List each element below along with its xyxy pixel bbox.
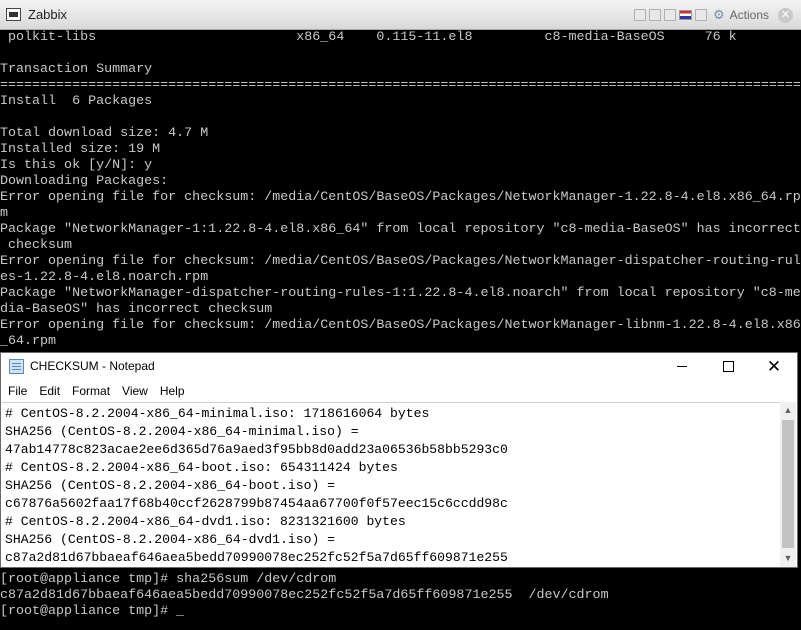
text-line: 47ab14778c823acae2ee6d365d76a9aed3f95bb8… [5, 442, 508, 457]
terminal-line: polkit-libs x86_64 0.115-11.el8 c8-media… [0, 30, 737, 45]
window-mode-icon[interactable] [663, 9, 676, 21]
minimize-icon [677, 366, 687, 367]
terminal-line: _64.rpm [0, 334, 57, 349]
terminal-line: Is this ok [y/N]: y [0, 158, 153, 173]
text-line: # CentOS-8.2.2004-x86_64-boot.iso: 65431… [5, 460, 398, 475]
text-line: c87a2d81d67bbaeaf646aea5bedd70990078ec25… [5, 550, 508, 565]
notepad-titlebar[interactable]: CHECKSUM - Notepad ✕ [1, 353, 797, 380]
notepad-app-icon [9, 359, 24, 374]
vm-close-button[interactable]: ✕ [778, 7, 793, 23]
text-line: # CentOS-8.2.2004-x86_64-minimal.iso: 17… [5, 406, 430, 421]
menu-edit[interactable]: Edit [39, 380, 66, 402]
gear-icon[interactable]: ⚙ [713, 6, 725, 24]
text-line: # CentOS-8.2.2004-x86_64-dvd1.iso: 82313… [5, 514, 406, 529]
terminal-line: Package "NetworkManager-1:1.22.8-4.el8.x… [0, 222, 801, 237]
terminal-prompt-line: [root@appliance tmp]# _ [0, 604, 185, 619]
menu-view[interactable]: View [122, 380, 154, 402]
maximize-button[interactable] [705, 353, 751, 380]
text-line: SHA256 (CentOS-8.2.2004-x86_64-dvd1.iso)… [5, 532, 336, 547]
minimize-button[interactable] [659, 353, 705, 380]
vm-toolbar: ⚙ Actions ✕ [633, 6, 793, 24]
menu-format[interactable]: Format [72, 380, 116, 402]
terminal-line: dia-BaseOS" has incorrect checksum [0, 302, 273, 317]
vm-window-title: Zabbix [28, 7, 68, 22]
text-line: SHA256 (CentOS-8.2.2004-x86_64-boot.iso)… [5, 478, 336, 493]
notepad-text-area[interactable]: # CentOS-8.2.2004-x86_64-minimal.iso: 17… [2, 402, 782, 567]
terminal-line: checksum [0, 238, 73, 253]
terminal-line: Error opening file for checksum: /media/… [0, 318, 801, 333]
vertical-scrollbar[interactable]: ▲ ▼ [780, 402, 796, 567]
notepad-menubar: File Edit Format View Help [1, 380, 797, 402]
close-button[interactable]: ✕ [751, 353, 797, 380]
actions-menu-button[interactable]: Actions [730, 8, 769, 22]
terminal-line: Downloading Packages: [0, 174, 169, 189]
terminal-line: Installed size: 19 M [0, 142, 161, 157]
screenshot-icon[interactable] [633, 9, 646, 21]
terminal-command-line: [root@appliance tmp]# sha256sum /dev/cdr… [0, 572, 337, 587]
console-app-icon [6, 8, 21, 21]
notepad-window: CHECKSUM - Notepad ✕ File Edit Format Vi… [0, 352, 798, 568]
scrollbar-thumb[interactable] [782, 420, 794, 548]
notepad-title: CHECKSUM - Notepad [30, 359, 155, 373]
vm-window-titlebar: Zabbix ⚙ Actions ✕ [0, 0, 801, 30]
scroll-up-arrow-icon[interactable]: ▲ [780, 402, 796, 419]
menu-file[interactable]: File [8, 380, 33, 402]
terminal-line: es-1.22.8-4.el8.noarch.rpm [0, 270, 209, 285]
terminal-line: ========================================… [0, 78, 801, 93]
fullscreen-icon[interactable] [648, 9, 661, 21]
maximize-icon [722, 361, 734, 372]
notepad-content: # CentOS-8.2.2004-x86_64-minimal.iso: 17… [5, 405, 508, 567]
terminal-line: Error opening file for checksum: /media/… [0, 190, 801, 205]
terminal-line: Package "NetworkManager-dispatcher-routi… [0, 286, 801, 301]
terminal-line: m [0, 206, 9, 221]
terminal-line: Install 6 Packages [0, 94, 153, 109]
keyboard-layout-flag-icon[interactable] [678, 10, 692, 20]
text-line: SHA256 (CentOS-8.2.2004-x86_64-minimal.i… [5, 424, 359, 439]
ctrl-alt-del-icon[interactable] [694, 9, 707, 21]
terminal-output-line: c87a2d81d67bbaeaf646aea5bedd70990078ec25… [0, 588, 609, 603]
terminal-line: Error opening file for checksum: /media/… [0, 254, 801, 269]
terminal-line: Transaction Summary [0, 62, 153, 77]
scroll-down-arrow-icon[interactable]: ▼ [780, 550, 796, 567]
terminal-line: Total download size: 4.7 M [0, 126, 209, 141]
menu-help[interactable]: Help [160, 380, 191, 402]
text-line: c67876a5602faa17f68b40ccf2628799b87454aa… [5, 496, 508, 511]
